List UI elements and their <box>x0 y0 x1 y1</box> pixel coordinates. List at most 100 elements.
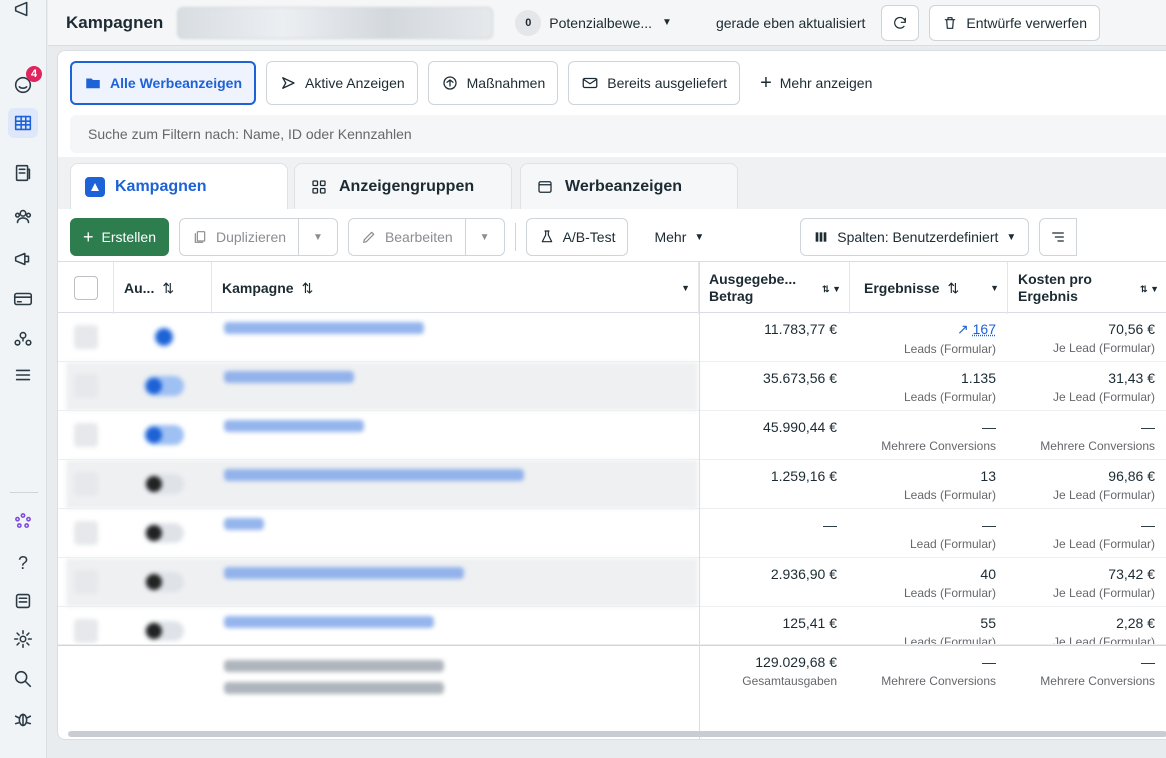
redacted-totals-label <box>66 646 698 702</box>
discard-drafts-button[interactable]: Entwürfe verwerfen <box>929 4 1100 41</box>
table-row[interactable]: 125,41 € 55 Leads (Formular) 2,28 € Je Lea… <box>58 607 1166 645</box>
edit-button[interactable]: Bearbeiten <box>347 218 466 256</box>
breakdown-button[interactable] <box>1039 218 1078 256</box>
search-input[interactable]: Suche zum Filtern nach: Name, ID oder Ke… <box>70 115 1166 153</box>
total-cost-subtext: Mehrere Conversions <box>1040 674 1155 688</box>
cost-value: 70,56 € <box>1108 321 1155 337</box>
cost-subtext: Je Lead (Formular) <box>1052 586 1155 600</box>
column-header-cost[interactable]: Kosten pro Ergebnis ⇅ ▼ <box>1008 262 1166 314</box>
refresh-button[interactable] <box>881 4 920 41</box>
sort-and-menu-icon[interactable]: ⇅ ▼ <box>1140 281 1159 298</box>
chevron-down-icon[interactable]: ▼ <box>681 283 690 293</box>
settings-gear-icon[interactable] <box>8 624 38 654</box>
cost-cell: 96,86 € Je Lead (Formular) <box>1008 460 1166 509</box>
main-panel: Alle Werbeanzeigen Aktive Anzeigen Maßna… <box>57 50 1166 740</box>
meta-ai-icon[interactable] <box>8 506 38 536</box>
edit-dropdown-button[interactable]: ▼ <box>465 218 505 256</box>
cost-value: 2,28 € <box>1116 615 1155 631</box>
results-cell: — Lead (Formular) <box>850 509 1008 558</box>
redacted-campaign-info <box>66 313 698 362</box>
redacted-campaign-info <box>66 607 698 644</box>
table-row[interactable]: — — Lead (Formular) — Je Lead (Formular) <box>58 509 1166 558</box>
total-cost-value: — <box>1141 654 1155 670</box>
news-feed-icon[interactable] <box>8 586 38 616</box>
cost-subtext: Je Lead (Formular) <box>1052 341 1155 355</box>
filter-delivered-label: Bereits ausgeliefert <box>607 75 728 91</box>
table-row[interactable]: 1.259,16 € 13 Leads (Formular) 96,86 € Je … <box>58 460 1166 509</box>
edit-split-button: Bearbeiten ▼ <box>347 218 505 256</box>
tab-campaigns-label: Kampagnen <box>115 177 207 195</box>
filter-delivered[interactable]: Bereits ausgeliefert <box>568 61 741 105</box>
discard-drafts-label: Entwürfe verwerfen <box>966 14 1087 31</box>
tab-adsets[interactable]: Anzeigengruppen <box>294 163 512 209</box>
more-actions-button[interactable]: Mehr ▼ <box>642 218 717 256</box>
duplicate-label: Duplizieren <box>215 229 287 245</box>
results-value: — <box>982 419 996 435</box>
ads-manager-table-icon[interactable] <box>8 108 38 138</box>
results-value[interactable]: ↗ 167 <box>850 321 996 338</box>
spent-cell: 125,41 € <box>699 607 849 644</box>
help-icon[interactable]: ? <box>8 548 38 578</box>
results-value: 13 <box>980 468 996 484</box>
ad-account-selector[interactable] <box>177 6 494 39</box>
grid-icon <box>309 177 329 197</box>
chevron-down-icon[interactable]: ▼ <box>990 283 999 293</box>
column-header-spent[interactable]: Ausgegebe... Betrag ⇅ ▼ <box>699 262 850 314</box>
tab-campaigns[interactable]: Kampagnen <box>70 163 288 209</box>
spent-value: 11.783,77 € <box>764 321 837 337</box>
column-header-campaign[interactable]: Kampagne ⇅ ▼ <box>212 262 699 314</box>
create-label: Erstellen <box>101 229 156 245</box>
sort-icon[interactable]: ⇅ <box>302 280 314 297</box>
create-button[interactable]: + Erstellen <box>70 218 169 256</box>
business-users-icon[interactable] <box>8 324 38 354</box>
billing-card-icon[interactable] <box>8 284 38 314</box>
filter-all-ads[interactable]: Alle Werbeanzeigen <box>70 61 257 105</box>
bug-report-icon[interactable] <box>8 704 38 734</box>
cost-header-label-line1: Kosten pro <box>1018 271 1092 287</box>
redacted-campaign-info <box>66 411 698 460</box>
column-header-results[interactable]: Ergebnisse ⇅ ▼ <box>850 262 1008 314</box>
spent-cell: — <box>699 509 849 558</box>
table-row[interactable]: 35.673,56 € 1.135 Leads (Formular) 31,43 … <box>58 362 1166 411</box>
campaign-megaphone-icon[interactable] <box>8 244 38 274</box>
spent-value: 1.259,16 € <box>770 468 837 484</box>
megaphone-icon[interactable] <box>8 0 38 24</box>
filter-active-ads[interactable]: Aktive Anzeigen <box>266 61 418 105</box>
duplicate-icon <box>194 231 206 243</box>
flask-icon <box>541 230 552 243</box>
select-all-checkbox[interactable] <box>74 276 98 300</box>
sort-icon[interactable]: ⇅ <box>947 280 959 297</box>
notifications-icon[interactable]: 4 <box>8 66 42 100</box>
column-header-delivery[interactable]: Au... ⇅ <box>114 262 212 314</box>
menu-icon[interactable] <box>8 360 38 390</box>
table-toolbar: + Erstellen Duplizieren ▼ Bearbeiten ▼ A… <box>70 217 1166 257</box>
duplicate-button[interactable]: Duplizieren <box>178 218 300 256</box>
audiences-icon[interactable] <box>8 202 38 232</box>
more-actions-label: Mehr <box>654 229 687 245</box>
play-icon <box>282 77 295 89</box>
show-more-filters[interactable]: + Mehr anzeigen <box>760 72 872 95</box>
total-spent-cell: 129.029,68 € Gesamtausgaben <box>699 646 849 706</box>
horizontal-scrollbar[interactable] <box>68 731 1166 737</box>
chevron-down-icon: ▼ <box>1006 231 1017 243</box>
show-more-filters-label: Mehr anzeigen <box>779 75 873 91</box>
results-subtext: Lead (Formular) <box>909 537 996 551</box>
edit-label: Bearbeiten <box>384 229 453 245</box>
table-row[interactable]: 45.990,44 € — Mehrere Conversions — Mehrer… <box>58 411 1166 460</box>
sort-icon[interactable]: ⇅ <box>162 280 174 297</box>
pages-icon[interactable] <box>8 158 38 188</box>
results-link[interactable]: 167 <box>973 321 996 337</box>
column-divider <box>699 261 700 739</box>
table-row[interactable]: 2.936,90 € 40 Leads (Formular) 73,42 € Je … <box>58 558 1166 607</box>
status-caret-icon[interactable]: ▼ <box>662 17 672 28</box>
sort-and-menu-icon[interactable]: ⇅ ▼ <box>822 281 841 298</box>
search-icon[interactable] <box>8 664 38 694</box>
spent-header-label-line2: Betrag <box>709 288 754 304</box>
ab-test-button[interactable]: A/B-Test <box>525 218 629 256</box>
table-row[interactable]: 11.783,77 € ↗ 167 Leads (Formular) 70,56 … <box>58 313 1166 362</box>
duplicate-dropdown-button[interactable]: ▼ <box>299 218 338 256</box>
tab-ads[interactable]: Werbeanzeigen <box>520 163 738 209</box>
status-dropdown-label[interactable]: Potenzialbewe... <box>549 15 652 31</box>
filter-actions[interactable]: Maßnahmen <box>427 61 559 105</box>
columns-button[interactable]: Spalten: Benutzerdefiniert ▼ <box>800 218 1030 256</box>
